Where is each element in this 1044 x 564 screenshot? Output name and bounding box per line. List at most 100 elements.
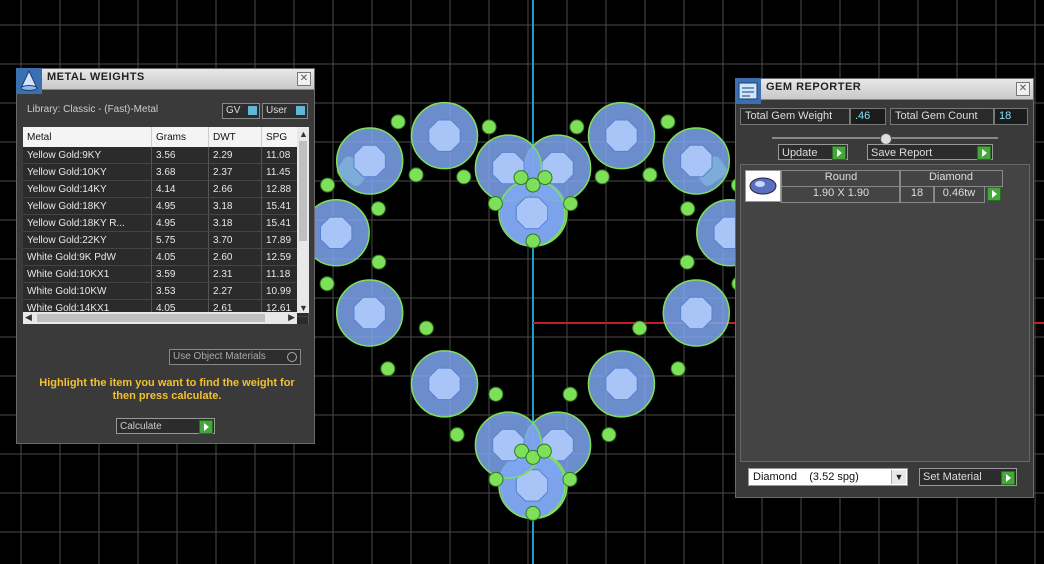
cell-grams: 3.59 bbox=[151, 265, 209, 283]
user-label: User bbox=[266, 105, 288, 116]
scroll-thumb-h[interactable] bbox=[37, 314, 265, 322]
column-header-dwt[interactable]: DWT bbox=[208, 127, 262, 147]
metal-table-container: Metal Grams DWT SPG Yellow Gold:9KY 3.56 2… bbox=[23, 127, 309, 324]
prong bbox=[456, 169, 472, 185]
column-header-grams[interactable]: Grams bbox=[151, 127, 209, 147]
prong bbox=[679, 254, 695, 270]
table-row[interactable]: Yellow Gold:22KY 5.75 3.70 17.89 bbox=[23, 231, 309, 249]
toggle-indicator-icon bbox=[248, 106, 257, 115]
gem-stone bbox=[587, 101, 656, 170]
table-row[interactable]: Yellow Gold:14KY 4.14 2.66 12.88 bbox=[23, 180, 309, 198]
play-arrow-icon bbox=[1001, 471, 1015, 485]
gem-row-play-icon[interactable] bbox=[987, 187, 1001, 201]
prong bbox=[408, 167, 424, 183]
gem-reporter-titlebar[interactable]: GEM REPORTER ✕ bbox=[736, 79, 1033, 100]
scroll-down-icon[interactable]: ▼ bbox=[299, 303, 308, 313]
cell-grams: 5.75 bbox=[151, 231, 209, 249]
close-icon[interactable]: ✕ bbox=[1016, 82, 1030, 96]
prong bbox=[632, 320, 648, 336]
gem-reporter-title: GEM REPORTER bbox=[766, 81, 862, 93]
table-row[interactable]: White Gold:10KX1 3.59 2.31 11.18 bbox=[23, 265, 309, 283]
metal-weights-titlebar[interactable]: METAL WEIGHTS ✕ bbox=[17, 69, 314, 90]
prong bbox=[390, 114, 406, 130]
scroll-right-icon[interactable]: ▶ bbox=[288, 312, 295, 323]
set-material-label: Set Material bbox=[923, 471, 982, 483]
table-row[interactable]: Yellow Gold:9KY 3.56 2.29 11.08 bbox=[23, 147, 309, 164]
cell-dwt: 2.27 bbox=[208, 282, 262, 300]
gem-weight: 0.46tw bbox=[933, 186, 985, 203]
prong bbox=[380, 361, 396, 377]
cell-grams: 4.95 bbox=[151, 197, 209, 215]
cell-dwt: 3.18 bbox=[208, 197, 262, 215]
cell-metal: Yellow Gold:9KY bbox=[23, 147, 152, 164]
close-icon[interactable]: ✕ bbox=[297, 72, 311, 86]
material-select-value: Diamond (3.52 spg) bbox=[753, 471, 859, 483]
metal-weights-title: METAL WEIGHTS bbox=[47, 71, 145, 83]
gem-stone bbox=[662, 127, 731, 195]
material-select[interactable]: Diamond (3.52 spg) ▼ bbox=[748, 468, 908, 486]
cell-dwt: 2.66 bbox=[208, 180, 262, 198]
gem-stone bbox=[587, 350, 656, 418]
scroll-left-icon[interactable]: ◀ bbox=[25, 312, 32, 323]
gem-list: Round Diamond 1.90 X 1.90 18 0.46tw bbox=[740, 164, 1030, 462]
table-row[interactable]: White Gold:10KW 3.53 2.27 10.99 bbox=[23, 282, 309, 300]
gem-reporter-panel: GEM REPORTER ✕ Total Gem Weight .46 Tota… bbox=[735, 78, 1034, 498]
cell-metal: Yellow Gold:18KY R... bbox=[23, 214, 152, 232]
use-object-materials-toggle[interactable]: Use Object Materials bbox=[169, 349, 301, 365]
gem-row[interactable]: Round Diamond 1.90 X 1.90 18 0.46tw bbox=[745, 170, 1009, 204]
chevron-down-icon[interactable]: ▼ bbox=[891, 470, 906, 484]
scroll-thumb[interactable] bbox=[299, 141, 307, 241]
update-button[interactable]: Update bbox=[778, 144, 848, 160]
round-gem-icon bbox=[745, 170, 781, 202]
cell-metal: Yellow Gold:22KY bbox=[23, 231, 152, 249]
gv-toggle[interactable]: GV bbox=[222, 103, 260, 119]
gem-count: 18 bbox=[899, 186, 935, 203]
cell-metal: White Gold:9K PdW bbox=[23, 248, 152, 266]
prong bbox=[488, 386, 504, 402]
column-header-metal[interactable]: Metal bbox=[23, 127, 152, 147]
vertical-scrollbar[interactable]: ▲ ▼ bbox=[297, 127, 309, 313]
prong bbox=[319, 276, 335, 292]
table-row[interactable]: White Gold:9K PdW 4.05 2.60 12.59 bbox=[23, 248, 309, 266]
gem-shape-header: Round bbox=[781, 170, 901, 187]
prong bbox=[594, 169, 610, 185]
prong bbox=[536, 443, 552, 459]
gem-report-icon bbox=[735, 78, 761, 104]
user-toggle[interactable]: User bbox=[262, 103, 308, 119]
total-gem-count-value: 18 bbox=[994, 108, 1028, 125]
play-arrow-icon bbox=[832, 146, 846, 160]
metal-weights-panel: METAL WEIGHTS ✕ Library: Classic - (Fast… bbox=[16, 68, 315, 444]
cell-dwt: 2.60 bbox=[208, 248, 262, 266]
library-label: Library: Classic - (Fast)-Metal bbox=[27, 104, 159, 115]
table-header-row: Metal Grams DWT SPG bbox=[23, 127, 309, 147]
horizontal-scrollbar[interactable]: ◀ ▶ bbox=[23, 312, 297, 324]
save-report-button[interactable]: Save Report bbox=[867, 144, 993, 160]
prong bbox=[488, 471, 504, 487]
cell-grams: 4.95 bbox=[151, 214, 209, 232]
calculate-label: Calculate bbox=[120, 421, 162, 432]
cell-dwt: 3.18 bbox=[208, 214, 262, 232]
cone-icon bbox=[16, 68, 42, 94]
total-gem-weight-value: .46 bbox=[850, 108, 886, 125]
size-slider[interactable] bbox=[772, 133, 998, 145]
total-gem-weight-label-text: Total Gem Weight bbox=[745, 110, 833, 122]
calculate-button[interactable]: Calculate bbox=[116, 418, 215, 434]
prong bbox=[525, 505, 541, 521]
total-gem-count-label: Total Gem Count bbox=[890, 108, 994, 125]
set-material-button[interactable]: Set Material bbox=[919, 468, 1017, 486]
cell-dwt: 2.29 bbox=[208, 147, 262, 164]
table-row[interactable]: Yellow Gold:18KY R... 4.95 3.18 15.41 bbox=[23, 214, 309, 232]
table-row[interactable]: Yellow Gold:18KY 4.95 3.18 15.41 bbox=[23, 197, 309, 215]
prong bbox=[660, 114, 676, 130]
prong bbox=[563, 196, 579, 212]
play-arrow-icon bbox=[199, 420, 213, 434]
scroll-up-icon[interactable]: ▲ bbox=[299, 129, 308, 139]
gem-size: 1.90 X 1.90 bbox=[781, 186, 901, 203]
cell-grams: 3.53 bbox=[151, 282, 209, 300]
play-arrow-icon bbox=[977, 146, 991, 160]
prong bbox=[562, 471, 578, 487]
cell-grams: 4.05 bbox=[151, 248, 209, 266]
table-row[interactable]: Yellow Gold:10KY 3.68 2.37 11.45 bbox=[23, 163, 309, 181]
prong bbox=[537, 170, 553, 186]
save-report-label: Save Report bbox=[871, 147, 933, 159]
